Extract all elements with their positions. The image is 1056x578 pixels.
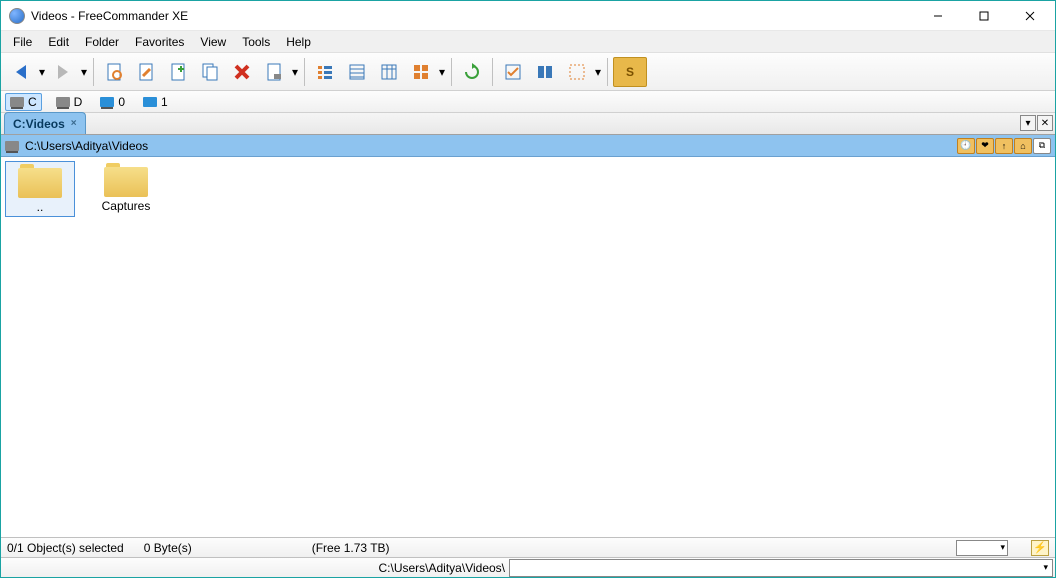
- tab-close-icon[interactable]: ×: [71, 118, 77, 129]
- back-button[interactable]: [6, 57, 36, 87]
- tree-check-button[interactable]: [498, 57, 528, 87]
- edit-doc-button[interactable]: [131, 57, 161, 87]
- menu-tools[interactable]: Tools: [234, 33, 278, 51]
- disk-icon: [5, 141, 19, 151]
- new-doc-button[interactable]: [163, 57, 193, 87]
- forward-button[interactable]: [48, 57, 78, 87]
- tab-menu-button[interactable]: ▾: [1020, 115, 1036, 131]
- drivebar: C D 0 1: [1, 91, 1055, 113]
- command-input[interactable]: ▾: [509, 559, 1053, 577]
- tiles-dropdown[interactable]: ▾: [437, 65, 447, 79]
- parent-folder-item[interactable]: ..: [5, 161, 75, 217]
- doc-lock-button[interactable]: [259, 57, 289, 87]
- menu-view[interactable]: View: [192, 33, 234, 51]
- panes-button[interactable]: [530, 57, 560, 87]
- forward-dropdown[interactable]: ▾: [79, 65, 89, 79]
- folder-icon: [18, 164, 62, 198]
- selection-status: 0/1 Object(s) selected: [7, 541, 124, 555]
- refresh-button[interactable]: [457, 57, 487, 87]
- menubar: File Edit Folder Favorites View Tools He…: [1, 31, 1055, 53]
- menu-folder[interactable]: Folder: [77, 33, 127, 51]
- back-dropdown[interactable]: ▾: [37, 65, 47, 79]
- quick-action-button[interactable]: ⚡: [1031, 540, 1049, 556]
- maximize-button[interactable]: [961, 1, 1007, 31]
- up-icon[interactable]: ↑: [995, 138, 1013, 154]
- delete-button[interactable]: [227, 57, 257, 87]
- app-window: Videos - FreeCommander XE File Edit Fold…: [0, 0, 1056, 578]
- favorite-icon[interactable]: ❤: [976, 138, 994, 154]
- menu-favorites[interactable]: Favorites: [127, 33, 192, 51]
- titlebar: Videos - FreeCommander XE: [1, 1, 1055, 31]
- command-prompt-label: C:\Users\Aditya\Videos\: [1, 561, 509, 575]
- drive-d[interactable]: D: [52, 94, 87, 110]
- minimize-button[interactable]: [915, 1, 961, 31]
- drive-0[interactable]: 0: [96, 94, 129, 110]
- filter-combo[interactable]: ▾: [956, 540, 1008, 556]
- network-icon: [143, 97, 157, 107]
- disk-icon: [56, 97, 70, 107]
- bytes-status: 0 Byte(s): [144, 541, 192, 555]
- doc-lock-dropdown[interactable]: ▾: [290, 65, 300, 79]
- root-icon[interactable]: ⌂: [1014, 138, 1032, 154]
- details-view-button[interactable]: [342, 57, 372, 87]
- toolbar: ▾ ▾ ▾ ▾ ▾ S: [1, 53, 1055, 91]
- menu-file[interactable]: File: [5, 33, 40, 51]
- folder-item-captures[interactable]: Captures: [91, 161, 161, 217]
- tab-label: C:Videos: [13, 117, 65, 131]
- tab-close-button[interactable]: ✕: [1037, 115, 1053, 131]
- disk-icon: [10, 97, 24, 107]
- address-path[interactable]: C:\Users\Aditya\Videos: [25, 139, 951, 153]
- list-view-button[interactable]: [310, 57, 340, 87]
- app-icon: [9, 8, 25, 24]
- close-button[interactable]: [1007, 1, 1053, 31]
- drive-c[interactable]: C: [5, 93, 42, 111]
- drive-1[interactable]: 1: [139, 94, 172, 110]
- menu-edit[interactable]: Edit: [40, 33, 77, 51]
- free-space: (Free 1.73 TB): [312, 541, 390, 555]
- copy-path-icon[interactable]: ⧉: [1033, 138, 1051, 154]
- menu-help[interactable]: Help: [278, 33, 319, 51]
- s-folder-button[interactable]: S: [613, 57, 647, 87]
- tab-videos[interactable]: C:Videos ×: [4, 112, 86, 134]
- addressbar: C:\Users\Aditya\Videos 🕘 ❤ ↑ ⌂ ⧉: [1, 135, 1055, 157]
- tabbar: C:Videos × ▾ ✕: [1, 113, 1055, 135]
- folder-icon: [104, 163, 148, 197]
- columns-view-button[interactable]: [374, 57, 404, 87]
- copy-doc-button[interactable]: [195, 57, 225, 87]
- address-actions: 🕘 ❤ ↑ ⌂ ⧉: [957, 138, 1051, 154]
- item-label: Captures: [102, 199, 151, 213]
- tiles-view-button[interactable]: [406, 57, 436, 87]
- command-bar: C:\Users\Aditya\Videos\ ▾: [1, 557, 1055, 577]
- history-icon[interactable]: 🕘: [957, 138, 975, 154]
- statusbar: 0/1 Object(s) selected 0 Byte(s) (Free 1…: [1, 537, 1055, 557]
- disk-icon: [100, 97, 114, 107]
- window-title: Videos - FreeCommander XE: [31, 9, 915, 23]
- region-button[interactable]: [562, 57, 592, 87]
- view-doc-button[interactable]: [99, 57, 129, 87]
- item-label: ..: [37, 200, 44, 214]
- file-list[interactable]: .. Captures: [1, 157, 1055, 537]
- region-dropdown[interactable]: ▾: [593, 65, 603, 79]
